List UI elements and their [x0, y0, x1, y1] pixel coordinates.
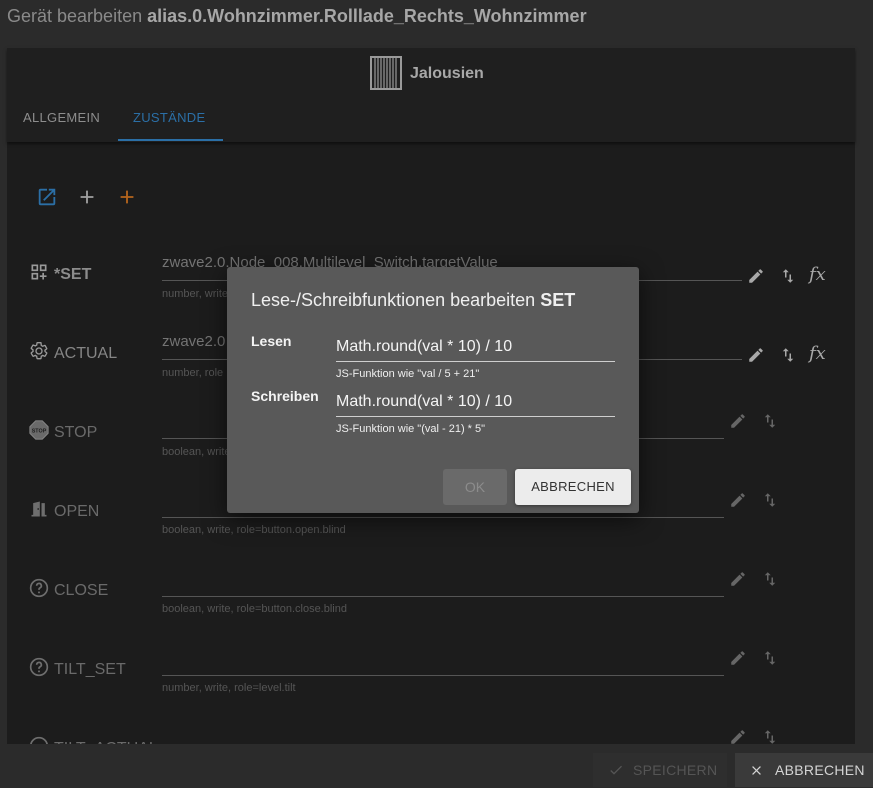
rw-functions-dialog: Lese-/Schreibfunktionen bearbeiten SET L… [227, 267, 639, 513]
write-label: Schreiben [251, 388, 319, 404]
dialog-title: Lese-/Schreibfunktionen bearbeiten SET [251, 290, 576, 310]
read-label: Lesen [251, 333, 292, 349]
read-help: JS-Funktion wie "val / 5 + 21" [336, 368, 480, 380]
write-help: JS-Funktion wie "(val - 21) * 5" [336, 423, 486, 435]
ok-button[interactable]: OK [443, 469, 507, 505]
write-function-input[interactable]: Math.round(val * 10) / 10 [336, 389, 615, 417]
read-function-input[interactable]: Math.round(val * 10) / 10 [336, 334, 615, 362]
dialog-cancel-button[interactable]: ABBRECHEN [515, 469, 631, 505]
